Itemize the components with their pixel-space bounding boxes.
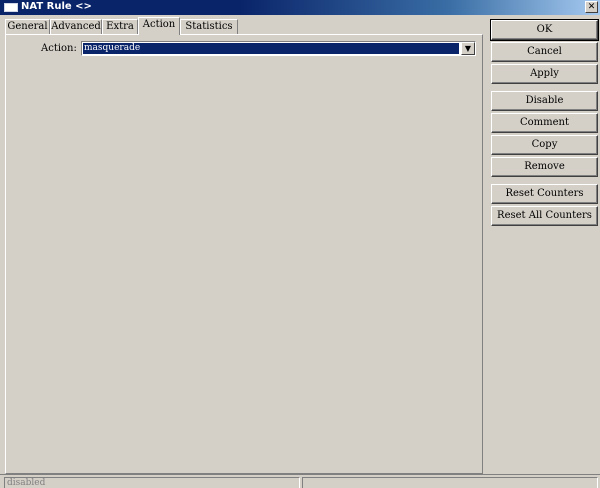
action-select[interactable]: masquerade ▼ bbox=[81, 41, 476, 56]
chevron-down-icon[interactable]: ▼ bbox=[461, 42, 475, 55]
comment-button[interactable]: Comment bbox=[491, 113, 598, 133]
status-bar: disabled bbox=[0, 474, 600, 488]
window-icon bbox=[4, 3, 18, 12]
tab-action[interactable]: Action bbox=[138, 17, 180, 35]
apply-button[interactable]: Apply bbox=[491, 64, 598, 84]
ok-button[interactable]: OK bbox=[490, 19, 599, 41]
title-bar[interactable]: NAT Rule <> ✕ bbox=[0, 0, 600, 15]
window-title: NAT Rule <> bbox=[21, 1, 92, 12]
close-button[interactable]: ✕ bbox=[585, 1, 598, 13]
action-tab-panel bbox=[5, 34, 483, 474]
remove-button[interactable]: Remove bbox=[491, 157, 598, 177]
reset-all-counters-button[interactable]: Reset All Counters bbox=[491, 206, 598, 226]
disable-button[interactable]: Disable bbox=[491, 91, 598, 111]
status-right bbox=[302, 477, 598, 488]
cancel-button[interactable]: Cancel bbox=[491, 42, 598, 62]
status-state: disabled bbox=[4, 477, 300, 488]
action-label: Action: bbox=[41, 43, 77, 54]
action-select-value[interactable]: masquerade bbox=[83, 43, 459, 54]
copy-button[interactable]: Copy bbox=[491, 135, 598, 155]
tab-general[interactable]: General bbox=[5, 19, 50, 34]
tab-extra[interactable]: Extra bbox=[102, 19, 138, 34]
tab-advanced[interactable]: Advanced bbox=[50, 19, 102, 34]
tab-statistics[interactable]: Statistics bbox=[180, 19, 238, 34]
reset-counters-button[interactable]: Reset Counters bbox=[491, 184, 598, 204]
